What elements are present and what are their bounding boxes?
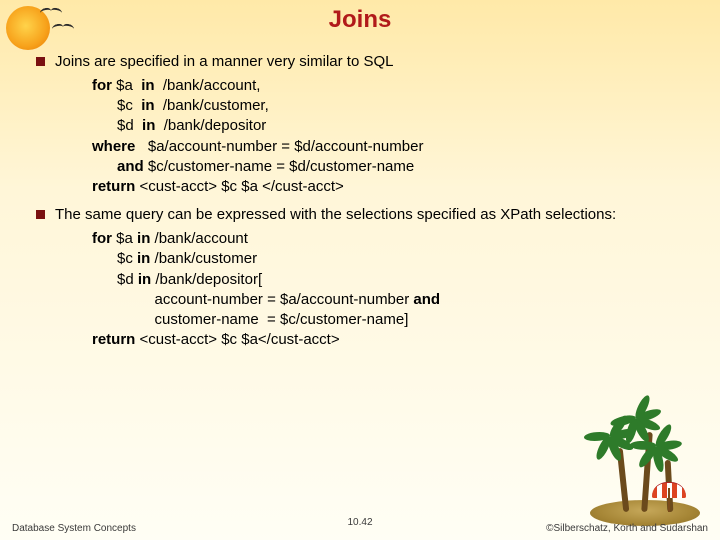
bird-icon [52, 24, 74, 32]
kw-in: in [141, 77, 154, 94]
slide-content: Joins are specified in a manner very sim… [0, 46, 720, 359]
bullet-marker-icon [36, 210, 45, 219]
footer-copyright: ©Silberschatz, Korth and Sudarshan [546, 523, 708, 534]
kw-in: in [142, 117, 155, 134]
footer-left: Database System Concepts [12, 523, 136, 534]
kw-return: return [92, 331, 135, 348]
palm-trunk-icon [641, 432, 653, 512]
code-text: $a [112, 77, 141, 94]
kw-for: for [92, 77, 112, 94]
bullet-text: Joins are specified in a manner very sim… [55, 52, 690, 72]
code-text: $c [92, 250, 137, 267]
code-text: $a/account-number = $d/account-number [135, 138, 423, 155]
slide-title: Joins [0, 0, 720, 34]
kw-and: and [413, 291, 440, 308]
bullet-item: Joins are specified in a manner very sim… [36, 52, 690, 72]
code-text: account-number = $a/account-number [92, 291, 413, 308]
code-text: $c/customer-name = $d/customer-name [144, 158, 415, 175]
code-text: <cust-acct> $c $a</cust-acct> [135, 331, 339, 348]
kw-in: in [141, 97, 154, 114]
kw-in: in [137, 250, 150, 267]
code-text: /bank/depositor [155, 117, 266, 134]
palm-leaves-icon [626, 396, 672, 442]
code-text: $c [92, 97, 141, 114]
code-block-1: for $a in /bank/account, $c in /bank/cus… [92, 76, 690, 198]
code-text: /bank/account, [155, 77, 261, 94]
island-decoration [580, 416, 710, 526]
kw-return: return [92, 178, 135, 195]
kw-and: and [117, 158, 144, 175]
code-text: /bank/account [150, 230, 248, 247]
kw-for: for [92, 230, 112, 247]
palm-trunk-icon [617, 448, 630, 512]
code-text: /bank/depositor[ [151, 271, 262, 288]
code-text: customer-name = $c/customer-name] [92, 311, 408, 328]
slide-footer: Database System Concepts 10.42 ©Silbersc… [0, 523, 720, 534]
umbrella-icon [652, 482, 686, 512]
kw-in: in [137, 230, 150, 247]
palm-leaves-icon [600, 414, 646, 460]
bullet-item: The same query can be expressed with the… [36, 205, 690, 225]
code-text: /bank/customer, [155, 97, 269, 114]
code-text: <cust-acct> $c $a </cust-acct> [135, 178, 343, 195]
palm-leaves-icon [646, 424, 692, 470]
code-text [92, 158, 117, 175]
code-text: $d [92, 117, 142, 134]
bird-icon [40, 8, 62, 16]
bullet-text: The same query can be expressed with the… [55, 205, 690, 225]
footer-page-number: 10.42 [347, 517, 372, 528]
code-text: /bank/customer [150, 250, 257, 267]
kw-where: where [92, 138, 135, 155]
code-text: $a [112, 230, 137, 247]
code-text: $d [92, 271, 138, 288]
kw-in: in [138, 271, 151, 288]
bullet-marker-icon [36, 57, 45, 66]
code-block-2: for $a in /bank/account $c in /bank/cust… [92, 229, 690, 351]
palm-trunk-icon [665, 460, 674, 512]
